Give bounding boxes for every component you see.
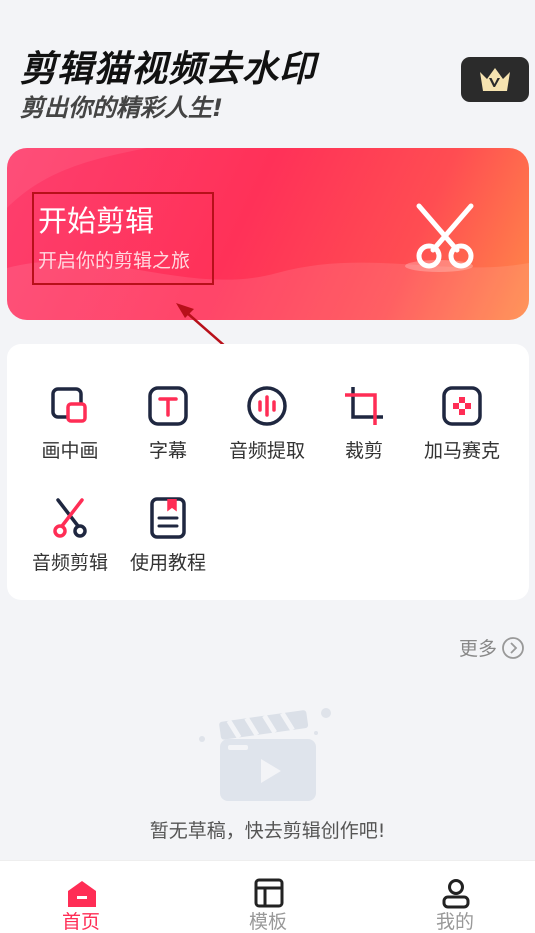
tool-mosaic[interactable]: 加马赛克: [412, 384, 512, 484]
profile-icon: [442, 879, 470, 909]
annotation-highlight-box: [32, 192, 214, 285]
home-screen: 剪辑猫视频去水印 剪出你的精彩人生! 开始剪辑 开启你的剪辑之旅 画中画 字幕 …: [0, 0, 535, 933]
scissors-icon: [405, 203, 474, 272]
clapperboard-icon: [199, 708, 331, 801]
nav-home[interactable]: 首页: [21, 861, 141, 933]
template-icon: [254, 878, 284, 908]
tool-label: 使用教程: [129, 552, 206, 574]
tools-card: 画中画 字幕 音频提取 裁剪 加马赛克 音频剪辑 使用教程: [7, 344, 529, 600]
more-link[interactable]: 更多: [459, 634, 525, 661]
audio-wave-icon: [247, 386, 287, 426]
vip-button[interactable]: [461, 57, 529, 102]
scissors-icon: [53, 498, 87, 538]
tool-audio-extract[interactable]: 音频提取: [217, 384, 317, 484]
empty-drafts-text: 暂无草稿，快去剪辑创作吧!: [149, 820, 386, 842]
tool-audio-edit[interactable]: 音频剪辑: [20, 496, 120, 596]
header: 剪辑猫视频去水印 剪出你的精彩人生!: [0, 0, 535, 140]
tool-tutorial[interactable]: 使用教程: [118, 496, 218, 596]
crop-icon: [345, 387, 383, 425]
mosaic-icon: [442, 386, 482, 426]
tool-crop[interactable]: 裁剪: [314, 384, 414, 484]
text-icon: [148, 386, 188, 426]
tool-label: 加马赛克: [423, 440, 500, 462]
chevron-right-icon: [502, 636, 524, 659]
pip-icon: [51, 387, 87, 423]
app-subtitle: 剪出你的精彩人生!: [20, 94, 223, 122]
nav-templates-label: 模板: [248, 911, 287, 933]
tool-picture-in-picture[interactable]: 画中画: [20, 384, 120, 484]
app-title: 剪辑猫视频去水印: [20, 49, 317, 90]
nav-templates[interactable]: 模板: [208, 861, 328, 933]
nav-profile[interactable]: 我的: [395, 861, 515, 933]
bottom-nav: 首页 模板 我的: [0, 860, 535, 933]
tool-subtitle[interactable]: 字幕: [118, 384, 218, 484]
crown-icon: [480, 67, 510, 91]
home-icon: [68, 881, 96, 907]
more-label: 更多: [459, 638, 498, 660]
nav-home-label: 首页: [61, 911, 100, 933]
nav-profile-label: 我的: [435, 911, 474, 933]
tutorial-icon: [150, 497, 186, 539]
